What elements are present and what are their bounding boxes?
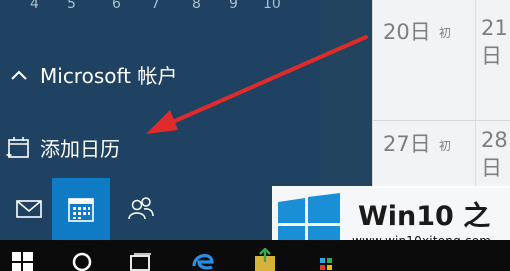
week-number[interactable]: 7 [151, 0, 160, 12]
day-cell-lunar: 初 [439, 139, 452, 153]
week-divider [373, 120, 510, 121]
week-number[interactable]: 5 [67, 0, 76, 12]
search-icon[interactable] [70, 248, 94, 271]
day-cell-date[interactable]: 28日 [481, 128, 510, 182]
tray-icon[interactable] [318, 248, 334, 271]
grid-divider [475, 0, 476, 188]
microsoft-account-item[interactable]: Microsoft 帐户 [10, 60, 177, 88]
people-icon [128, 197, 154, 220]
day-cell-date[interactable]: 21日 [481, 16, 510, 70]
month-grid: 20日 初 21日 27日 初 28日 [372, 0, 510, 188]
windows-start-icon[interactable] [12, 248, 34, 271]
add-calendar-icon [6, 137, 29, 158]
week-number[interactable]: 9 [229, 0, 238, 12]
task-view-icon[interactable] [128, 248, 154, 271]
add-calendar-item[interactable]: 添加日历 [6, 132, 120, 162]
week-number[interactable]: 6 [112, 0, 121, 12]
week-number[interactable]: 8 [192, 0, 201, 12]
calendar-icon [68, 198, 94, 222]
microsoft-account-label: Microsoft 帐户 [40, 63, 178, 88]
edge-icon[interactable] [190, 248, 216, 271]
add-calendar-label: 添加日历 [40, 136, 120, 161]
day-cell-date[interactable]: 20日 [383, 16, 431, 46]
week-number-row: 4 5 6 7 8 9 10 [0, 0, 320, 14]
day-cell-date[interactable]: 27日 [383, 128, 431, 158]
day-cell-lunar: 初 [439, 26, 452, 40]
week-number[interactable]: 4 [30, 0, 39, 12]
people-button[interactable] [112, 178, 170, 240]
calendar-button[interactable] [52, 178, 110, 240]
mail-button[interactable] [0, 178, 58, 240]
week-number[interactable]: 10 [263, 0, 281, 12]
mail-icon [16, 200, 42, 218]
chevron-up-icon [11, 70, 27, 80]
store-icon[interactable] [252, 248, 278, 271]
taskbar [0, 240, 510, 271]
